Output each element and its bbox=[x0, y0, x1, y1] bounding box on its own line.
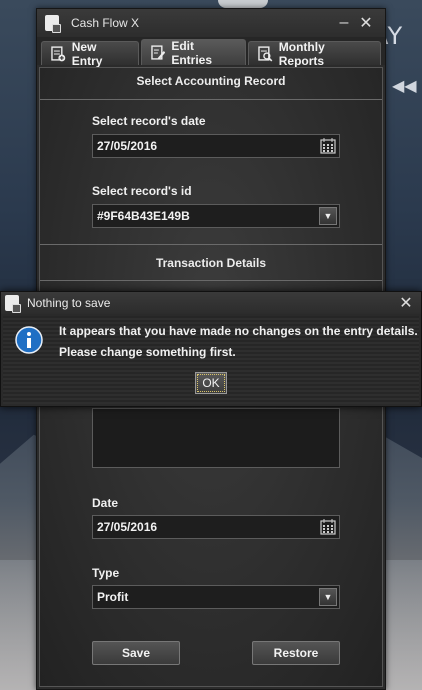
date-field[interactable]: 27/05/2016 bbox=[92, 515, 340, 539]
tab-edit-entries[interactable]: Edit Entries bbox=[140, 38, 246, 67]
separator bbox=[40, 244, 382, 245]
chevron-down-icon[interactable]: ▼ bbox=[319, 588, 337, 606]
select-record-heading: Select Accounting Record bbox=[136, 74, 286, 88]
restore-button[interactable]: Restore bbox=[252, 641, 340, 665]
dialog-app-icon bbox=[5, 295, 21, 313]
reports-icon bbox=[258, 45, 273, 61]
tab-monthly-reports-label: Monthly Reports bbox=[278, 39, 325, 68]
tab-edit-entries-label: Edit Entries bbox=[171, 38, 212, 67]
dialog-body: It appears that you have made no changes… bbox=[3, 316, 419, 404]
close-button[interactable]: ✕ bbox=[355, 13, 377, 33]
save-button[interactable]: Save bbox=[92, 641, 180, 665]
select-id-value: #9F64B43E149B bbox=[97, 209, 190, 223]
select-date-value: 27/05/2016 bbox=[97, 139, 158, 153]
window-titlebar[interactable]: Cash Flow X – ✕ bbox=[37, 9, 385, 37]
separator bbox=[40, 99, 382, 100]
type-label: Type bbox=[92, 566, 120, 580]
tab-new-entry-label: New Entry bbox=[71, 39, 103, 68]
transaction-details-heading: Transaction Details bbox=[155, 256, 267, 270]
dialog-title: Nothing to save bbox=[27, 296, 111, 310]
new-entry-icon bbox=[51, 45, 66, 61]
type-dropdown[interactable]: Profit ▼ bbox=[92, 585, 340, 609]
select-id-label: Select record's id bbox=[92, 184, 192, 198]
dialog-close-button[interactable]: ✕ bbox=[395, 293, 417, 313]
chevron-down-icon[interactable]: ▼ bbox=[319, 207, 337, 225]
tab-bar: New Entry Edit Entries Monthly Reports bbox=[37, 37, 385, 68]
nothing-to-save-dialog: Nothing to save ✕ It appears that you ha… bbox=[0, 291, 422, 407]
app-icon bbox=[45, 15, 61, 33]
select-date-label: Select record's date bbox=[92, 114, 206, 128]
minimize-button[interactable]: – bbox=[333, 14, 355, 32]
dialog-message-line1: It appears that you have made no changes… bbox=[59, 324, 418, 338]
window-title: Cash Flow X bbox=[71, 16, 140, 30]
select-id-dropdown[interactable]: #9F64B43E149B ▼ bbox=[92, 204, 340, 228]
wallpaper-rewind-icon: ◀◀ bbox=[392, 78, 417, 95]
tab-new-entry[interactable]: New Entry bbox=[41, 39, 139, 68]
ok-button[interactable]: OK bbox=[195, 372, 227, 394]
date-label: Date bbox=[92, 496, 119, 510]
dialog-message-line2: Please change something first. bbox=[59, 345, 236, 359]
description-textarea[interactable] bbox=[92, 408, 340, 468]
calendar-icon[interactable] bbox=[319, 518, 337, 536]
date-value: 27/05/2016 bbox=[97, 520, 158, 534]
edit-entries-icon bbox=[150, 44, 165, 60]
info-icon bbox=[15, 326, 43, 354]
tab-monthly-reports[interactable]: Monthly Reports bbox=[247, 39, 381, 68]
separator bbox=[40, 280, 382, 281]
wallpaper-logo bbox=[218, 0, 268, 8]
calendar-icon[interactable] bbox=[319, 137, 337, 155]
select-date-field[interactable]: 27/05/2016 bbox=[92, 134, 340, 158]
type-value: Profit bbox=[97, 590, 129, 604]
dialog-titlebar[interactable]: Nothing to save ✕ bbox=[1, 292, 421, 314]
